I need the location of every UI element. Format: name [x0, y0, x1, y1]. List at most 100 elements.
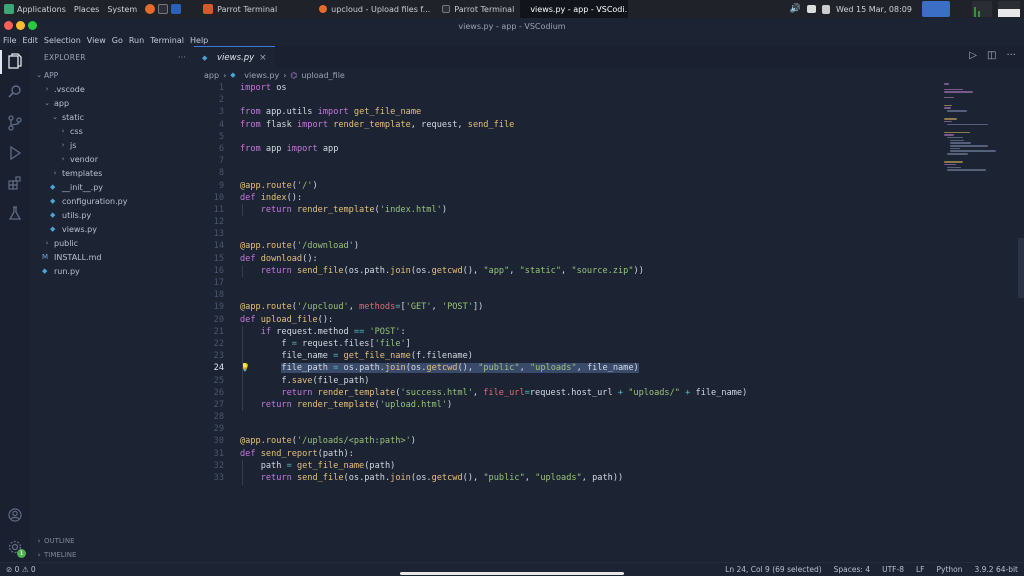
- tree-file[interactable]: ◆ configuration.py: [30, 194, 194, 208]
- code-line[interactable]: 33 return send_file(os.path.join(os.getc…: [194, 472, 934, 484]
- scrollbar[interactable]: [1018, 238, 1024, 298]
- task-terminal-1[interactable]: Parrot Terminal: [197, 0, 283, 18]
- battery-icon[interactable]: [822, 4, 831, 14]
- source-control-icon[interactable]: [6, 114, 24, 132]
- code-line[interactable]: 27 return render_template('upload.html'): [194, 399, 934, 411]
- menu-file[interactable]: File: [0, 36, 19, 45]
- code-line[interactable]: 32 path = get_file_name(path): [194, 460, 934, 472]
- code-line[interactable]: 9 @app.route('/'): [194, 180, 934, 192]
- minimap[interactable]: [944, 82, 997, 171]
- code-line[interactable]: 16 return send_file(os.path.join(os.getc…: [194, 265, 934, 277]
- encoding[interactable]: UTF-8: [882, 565, 904, 574]
- menu-run[interactable]: Run: [126, 36, 147, 45]
- files-icon[interactable]: [6, 52, 24, 70]
- indentation[interactable]: Spaces: 4: [834, 565, 870, 574]
- tree-folder[interactable]: › js: [30, 138, 194, 152]
- cursor-position[interactable]: Ln 24, Col 9 (69 selected): [725, 565, 822, 574]
- menu-edit[interactable]: Edit: [19, 36, 41, 45]
- code-line[interactable]: 18: [194, 289, 934, 301]
- code-line[interactable]: 6 from app import app: [194, 143, 934, 155]
- run-file-icon[interactable]: ▷: [969, 50, 977, 61]
- tree-folder[interactable]: › .vscode: [30, 82, 194, 96]
- code-line[interactable]: 5: [194, 131, 934, 143]
- problems-indicator[interactable]: ⊘ 0 ⚠ 0: [6, 565, 36, 574]
- code-line[interactable]: 2: [194, 94, 934, 106]
- applications-menu[interactable]: Applications: [0, 0, 70, 18]
- network-icon[interactable]: [807, 5, 817, 13]
- volume-icon[interactable]: 🔊: [790, 4, 801, 14]
- tree-file[interactable]: ◆ __init__.py: [30, 180, 194, 194]
- account-icon[interactable]: [6, 506, 24, 524]
- menu-terminal[interactable]: Terminal: [147, 36, 187, 45]
- close-tab-icon[interactable]: ×: [259, 53, 267, 63]
- code-line[interactable]: 26 return render_template('success.html'…: [194, 387, 934, 399]
- maximize-window-icon[interactable]: [28, 21, 37, 30]
- code-line[interactable]: 23 file_name = get_file_name(f.filename): [194, 350, 934, 362]
- tree-file[interactable]: ◆ utils.py: [30, 208, 194, 222]
- end-of-line[interactable]: LF: [916, 565, 925, 574]
- breadcrumb-symbol[interactable]: upload_file: [301, 71, 344, 80]
- tab-views-py[interactable]: ◆ views.py ×: [194, 46, 275, 68]
- code-line[interactable]: 25 f.save(file_path): [194, 375, 934, 387]
- tree-file[interactable]: ◆ views.py: [30, 222, 194, 236]
- clock[interactable]: Wed 15 Mar, 08:09: [836, 5, 912, 14]
- code-line[interactable]: 19 @app.route('/upcloud', methods=['GET',…: [194, 301, 934, 313]
- system-menu[interactable]: System: [103, 0, 141, 18]
- code-line[interactable]: 7: [194, 155, 934, 167]
- places-menu[interactable]: Places: [70, 0, 103, 18]
- tree-folder[interactable]: › templates: [30, 166, 194, 180]
- more-actions-icon[interactable]: ···: [1006, 50, 1016, 61]
- menu-help[interactable]: Help: [187, 36, 211, 45]
- outline-section[interactable]: › OUTLINE: [30, 534, 194, 548]
- split-editor-icon[interactable]: ◫: [987, 50, 996, 61]
- tree-folder[interactable]: › public: [30, 236, 194, 250]
- code-line[interactable]: 3 from app.utils import get_file_name: [194, 106, 934, 118]
- run-debug-icon[interactable]: [6, 144, 24, 162]
- task-terminal-2[interactable]: Parrot Terminal: [436, 0, 520, 18]
- timeline-section[interactable]: › TIMELINE: [30, 548, 194, 562]
- python-interpreter[interactable]: 3.9.2 64-bit: [974, 565, 1018, 574]
- code-line[interactable]: 31 def send_report(path):: [194, 448, 934, 460]
- terminal-icon[interactable]: [158, 4, 169, 14]
- code-line[interactable]: 24 💡 file_path = os.path.join(os.getcwd()…: [194, 362, 934, 374]
- code-line[interactable]: 29: [194, 423, 934, 435]
- menu-selection[interactable]: Selection: [41, 36, 84, 45]
- code-line[interactable]: 14 @app.route('/download'): [194, 240, 934, 252]
- workspace-switcher-icon[interactable]: [922, 1, 950, 17]
- code-line[interactable]: 8: [194, 167, 934, 179]
- explorer-root[interactable]: ⌄ APP: [30, 68, 194, 82]
- code-line[interactable]: 1 import os: [194, 82, 934, 94]
- testing-icon[interactable]: [6, 204, 24, 222]
- minimize-window-icon[interactable]: [16, 21, 25, 30]
- more-actions-icon[interactable]: ···: [178, 53, 186, 62]
- task-vscodium[interactable]: views.py - app - VSCodi...: [520, 0, 629, 18]
- code-line[interactable]: 12: [194, 216, 934, 228]
- code-line[interactable]: 10 def index():: [194, 192, 934, 204]
- code-line[interactable]: 20 def upload_file():: [194, 314, 934, 326]
- close-window-icon[interactable]: [4, 21, 13, 30]
- code-line[interactable]: 15 def download():: [194, 253, 934, 265]
- code-line[interactable]: 22 f = request.files['file']: [194, 338, 934, 350]
- settings-gear-icon[interactable]: 1: [6, 538, 26, 558]
- code-line[interactable]: 21 if request.method == 'POST':: [194, 326, 934, 338]
- tree-folder[interactable]: ⌄ static: [30, 110, 194, 124]
- search-icon[interactable]: [6, 82, 24, 100]
- menu-go[interactable]: Go: [109, 36, 126, 45]
- code-line[interactable]: 28: [194, 411, 934, 423]
- tree-file[interactable]: M INSTALL.md: [30, 250, 194, 264]
- language-mode[interactable]: Python: [936, 565, 962, 574]
- code-line[interactable]: 17: [194, 277, 934, 289]
- code-line[interactable]: 30 @app.route('/uploads/<path:path>'): [194, 435, 934, 447]
- firefox-icon[interactable]: [145, 4, 156, 14]
- breadcrumb-file[interactable]: views.py: [244, 71, 279, 80]
- code-line[interactable]: 13: [194, 228, 934, 240]
- menu-view[interactable]: View: [84, 36, 109, 45]
- vscodium-icon[interactable]: [171, 4, 182, 14]
- tree-folder[interactable]: › css: [30, 124, 194, 138]
- tree-folder[interactable]: › vendor: [30, 152, 194, 166]
- code-line[interactable]: 4 from flask import render_template, requ…: [194, 119, 934, 131]
- task-firefox[interactable]: upcloud - Upload files f...: [313, 0, 436, 18]
- code-editor[interactable]: 1 import os 2 3 from app.utils import get_fi…: [194, 82, 934, 485]
- code-line[interactable]: 11 return render_template('index.html'): [194, 204, 934, 216]
- tree-folder[interactable]: ⌄ app: [30, 96, 194, 110]
